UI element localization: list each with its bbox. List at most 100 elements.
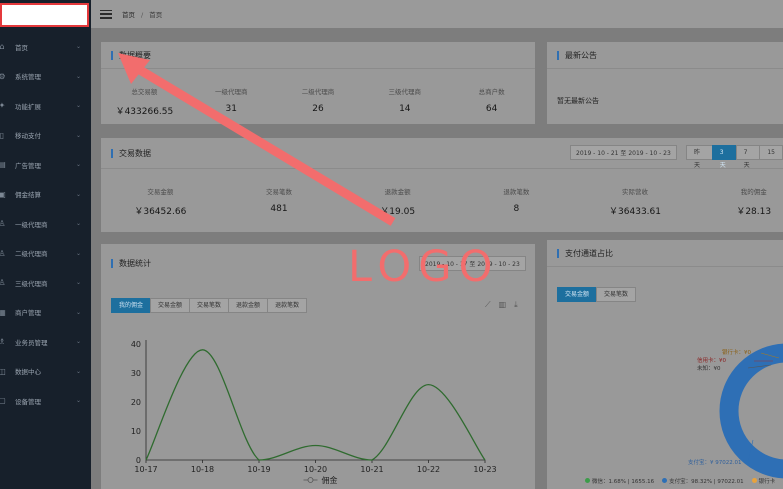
- logo-placeholder[interactable]: [0, 3, 89, 27]
- range-button[interactable]: 7天: [735, 145, 761, 169]
- stat-label: 交易笔数: [266, 188, 292, 196]
- notice-card: 最新公告 暂无最新公告: [547, 42, 783, 124]
- chevron-down-icon: ⌄: [75, 367, 81, 375]
- stat-label: 交易金额: [147, 188, 174, 196]
- y-tick-label: 30: [131, 369, 141, 378]
- sidebar-item-label: 设备管理: [15, 397, 41, 406]
- stat-value: 26: [312, 104, 324, 114]
- trade-card: 交易数据 2019 - 10 - 21 至 2019 - 10 - 23 昨天 3…: [101, 138, 783, 232]
- x-tick-label: 10-22: [417, 465, 440, 474]
- bank-card-label: 银行卡：¥0: [722, 350, 751, 356]
- stat-value: ￥36452.66: [134, 207, 187, 217]
- legend-dot: [585, 478, 590, 483]
- sidebar-item[interactable]: ▯ 移动支付 ⌄: [0, 121, 91, 151]
- chevron-down-icon: ⌄: [75, 102, 81, 110]
- sidebar-item[interactable]: ▤ 广告管理 ⌄: [0, 150, 91, 180]
- trade-title: 交易数据: [111, 138, 151, 168]
- top-bar: 首页 / 首页: [91, 0, 783, 28]
- sidebar-item[interactable]: ◫ 数据中心 ⌄: [0, 357, 91, 387]
- sidebar: ⌂ 首页 ⌄ ⚙ 系统管理 ⌄ ✦ 功能扩展 ⌄ ▯ 移动支付 ⌄ ▤ 广告管理 ⌄ ▣ 佣金结算 ⌄ ♙ 一级代理商…: [0, 0, 91, 489]
- overview-stats: 总交易额 ￥433266.55 一级代理商 31 二级代理商 26 三级代理商 14 总商户数 6…: [101, 86, 535, 117]
- legend-dot: [662, 478, 668, 483]
- sidebar-item-label: 二级代理商: [15, 250, 48, 259]
- device-icon: ▢: [0, 396, 6, 406]
- stat-item: 总交易额 ￥433266.55: [101, 86, 188, 117]
- user-icon: ♙: [0, 248, 6, 258]
- chevron-down-icon: ⌄: [75, 338, 81, 346]
- donut-chart: [719, 343, 783, 479]
- stat-item: 一级代理商 31: [188, 86, 275, 117]
- database-icon: ◫: [0, 366, 6, 376]
- y-tick-label: 10: [131, 427, 141, 436]
- x-tick-label: 10-19: [247, 465, 270, 474]
- sidebar-item[interactable]: ⚙ 系统管理 ⌄: [0, 62, 91, 92]
- chevron-down-icon: ⌄: [75, 131, 81, 139]
- sidebar-menu: ⌂ 首页 ⌄ ⚙ 系统管理 ⌄ ✦ 功能扩展 ⌄ ▯ 移动支付 ⌄ ▤ 广告管理 ⌄ ▣ 佣金结算 ⌄ ♙ 一级代理商…: [0, 32, 91, 416]
- trade-stats: 交易金额 ￥36452.66 交易笔数 481 退款金额 ￥19.05 退款笔数 8 实际营收 ￥…: [101, 186, 783, 217]
- stat-label: 总商户数: [478, 88, 505, 96]
- y-tick-label: 20: [131, 398, 141, 407]
- stat-label: 二级代理商: [301, 88, 335, 96]
- chevron-down-icon: ⌄: [75, 308, 81, 316]
- user-icon: ♙: [0, 278, 6, 288]
- stat-label: 退款金额: [384, 188, 411, 196]
- x-tick-label: 10-20: [304, 465, 327, 474]
- stat-value: ￥433266.55: [115, 107, 174, 117]
- stat-label: 三级代理商: [388, 88, 422, 96]
- unknown-label: 未知：¥0: [697, 366, 721, 372]
- alipay-label: 支付宝：¥ 97022.01: [688, 460, 742, 466]
- divider: [101, 168, 783, 169]
- sidebar-item[interactable]: ♙ 二级代理商 ⌄: [0, 239, 91, 269]
- x-tick-label: 10-18: [191, 465, 214, 474]
- sidebar-item-label: 首页: [15, 43, 28, 52]
- sidebar-item[interactable]: ▣ 佣金结算 ⌄: [0, 180, 91, 210]
- sidebar-item[interactable]: ✦ 功能扩展 ⌄: [0, 91, 91, 121]
- chevron-down-icon: ⌄: [75, 43, 81, 51]
- sidebar-item-label: 佣金结算: [15, 191, 41, 200]
- sidebar-item-label: 系统管理: [15, 73, 41, 82]
- chevron-down-icon: ⌄: [75, 279, 81, 287]
- sidebar-item-label: 三级代理商: [15, 279, 48, 288]
- range-button[interactable]: 3天: [711, 145, 737, 169]
- breadcrumb-separator: /: [141, 11, 144, 19]
- sidebar-item-label: 商户管理: [15, 309, 41, 318]
- x-tick-label: 10-21: [360, 465, 383, 474]
- range-button[interactable]: 昨天: [686, 145, 713, 169]
- pay-channel-card: 支付通道占比 交易金额 交易笔数 银行卡：¥0 信用卡：¥0 未知：¥0 支付宝：…: [547, 240, 783, 489]
- sidebar-item[interactable]: ♗ 业务员管理 ⌄: [0, 327, 91, 357]
- stat-item: 退款金额 ￥19.05: [338, 186, 457, 217]
- sidebar-item[interactable]: ▦ 商户管理 ⌄: [0, 298, 91, 328]
- breadcrumb-root[interactable]: 首页: [122, 11, 135, 19]
- stat-item: 总商户数 64: [448, 86, 535, 117]
- legend-label: 微信：1.68% | 1655.16: [592, 479, 655, 485]
- stat-value: 31: [225, 104, 237, 114]
- legend-item: 支付宝：98.32% | 97022.01: [662, 477, 744, 485]
- legend-label: 支付宝：98.32% | 97022.01: [669, 479, 744, 485]
- sidebar-item[interactable]: ⌂ 首页 ⌄: [0, 32, 91, 62]
- trade-date-range[interactable]: 2019 - 10 - 21 至 2019 - 10 - 23: [570, 145, 677, 160]
- sidebar-item[interactable]: ♙ 一级代理商 ⌄: [0, 209, 91, 239]
- sidebar-item[interactable]: ♙ 三级代理商 ⌄: [0, 268, 91, 298]
- legend-label: 银行卡: [758, 479, 776, 485]
- menu-toggle-icon[interactable]: [100, 9, 112, 19]
- chevron-down-icon: ⌄: [75, 190, 81, 198]
- stat-item: 三级代理商 14: [361, 86, 448, 117]
- range-button[interactable]: 15: [759, 145, 783, 160]
- stat-label: 总交易额: [131, 88, 158, 96]
- sidebar-item-label: 数据中心: [15, 368, 41, 377]
- sidebar-item-label: 功能扩展: [15, 102, 41, 111]
- legend-item: 微信：1.68% | 1655.16: [585, 477, 654, 485]
- phone-icon: ▯: [0, 130, 5, 140]
- wallet-icon: ▣: [0, 189, 6, 199]
- notice-title: 最新公告: [557, 42, 597, 68]
- overview-card: 数据概要 总交易额 ￥433266.55 一级代理商 31 二级代理商 26 三级代理商 14…: [101, 42, 535, 124]
- sidebar-item[interactable]: ▢ 设备管理 ⌄: [0, 386, 91, 416]
- chevron-down-icon: ⌄: [75, 161, 81, 169]
- puzzle-icon: ✦: [0, 101, 6, 111]
- donut-alipay-slice: [719, 343, 783, 479]
- stat-value: 64: [485, 104, 498, 114]
- logo-annotation-text: LOGO: [348, 242, 500, 292]
- stat-label: 实际营收: [622, 188, 649, 196]
- chevron-down-icon: ⌄: [75, 220, 81, 228]
- legend-marker: [307, 477, 314, 483]
